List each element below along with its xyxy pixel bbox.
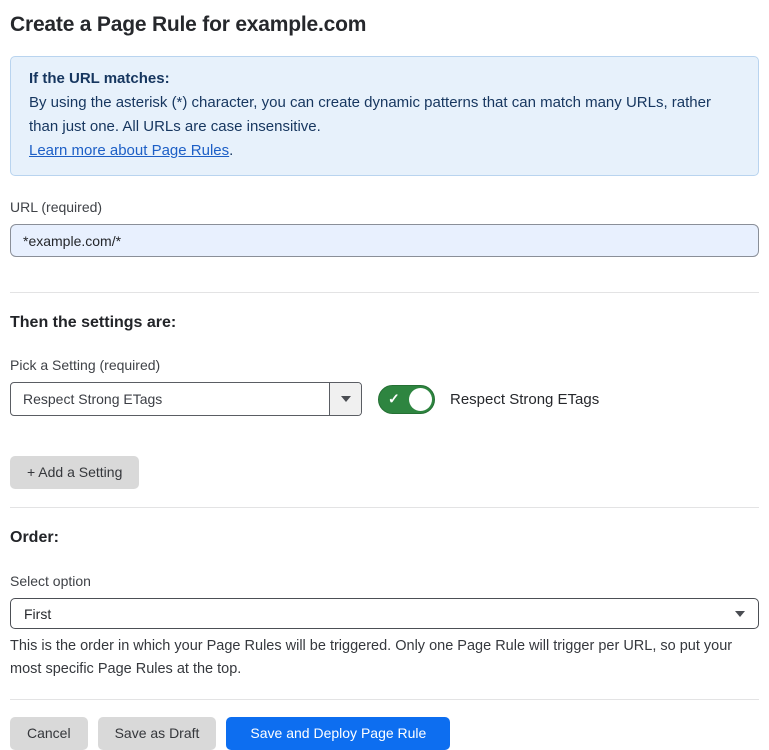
cancel-button[interactable]: Cancel	[10, 717, 88, 750]
order-select[interactable]: First	[10, 598, 759, 629]
url-match-info-box: If the URL matches: By using the asteris…	[10, 56, 759, 176]
info-box-heading: If the URL matches:	[29, 67, 740, 91]
save-and-deploy-button[interactable]: Save and Deploy Page Rule	[226, 717, 450, 750]
setting-dropdown[interactable]: Respect Strong ETags	[10, 382, 362, 416]
chevron-down-icon	[341, 396, 351, 402]
page-rule-form: Create a Page Rule for example.com If th…	[0, 12, 769, 750]
divider	[10, 292, 759, 293]
chevron-down-icon	[735, 611, 745, 617]
setting-toggle[interactable]: ✓	[378, 385, 435, 414]
link-period: .	[229, 142, 233, 159]
footer-actions: Cancel Save as Draft Save and Deploy Pag…	[10, 717, 759, 750]
url-input[interactable]	[10, 224, 759, 257]
page-title: Create a Page Rule for example.com	[10, 12, 759, 38]
order-help-text: This is the order in which your Page Rul…	[10, 635, 759, 681]
check-icon: ✓	[388, 392, 400, 406]
setting-toggle-label: Respect Strong ETags	[450, 391, 599, 408]
setting-row: Respect Strong ETags ✓ Respect Strong ET…	[10, 382, 759, 416]
save-as-draft-button[interactable]: Save as Draft	[98, 717, 217, 750]
learn-more-link[interactable]: Learn more about Page Rules	[29, 142, 229, 159]
toggle-knob	[409, 388, 432, 411]
divider	[10, 699, 759, 700]
order-select-label: Select option	[10, 572, 759, 590]
url-field-label: URL (required)	[10, 198, 759, 216]
order-select-value: First	[24, 606, 51, 622]
info-box-body: By using the asterisk (*) character, you…	[29, 91, 740, 139]
add-setting-button[interactable]: + Add a Setting	[10, 456, 139, 489]
settings-section-heading: Then the settings are:	[10, 314, 759, 332]
info-box-link-line: Learn more about Page Rules.	[29, 139, 740, 163]
setting-dropdown-value: Respect Strong ETags	[11, 383, 329, 415]
order-section-heading: Order:	[10, 529, 759, 547]
dropdown-arrow-button[interactable]	[329, 383, 361, 415]
divider	[10, 507, 759, 508]
setting-picker-label: Pick a Setting (required)	[10, 356, 759, 374]
